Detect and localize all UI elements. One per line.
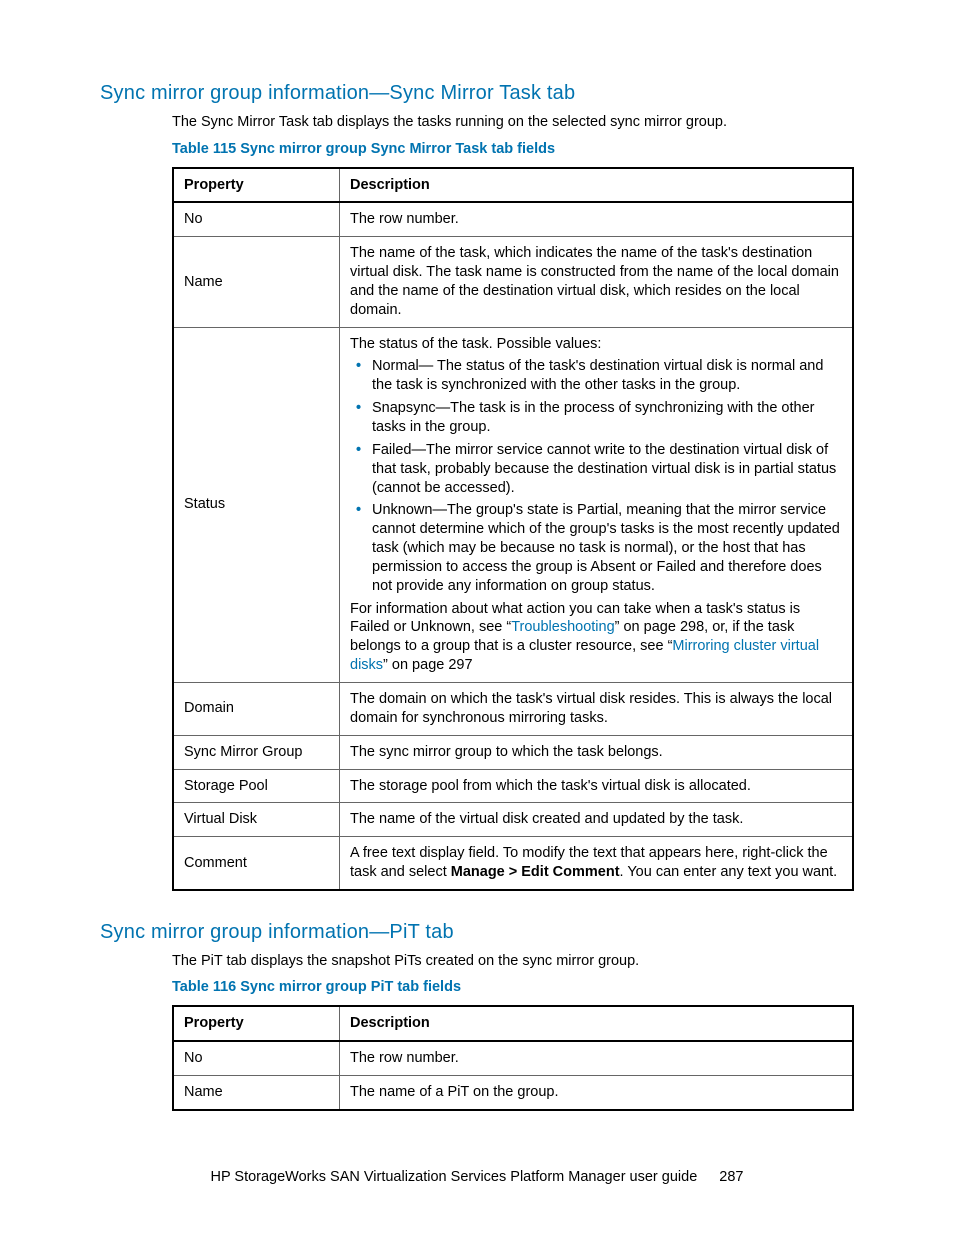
prop-no: No — [173, 1041, 340, 1075]
desc-no: The row number. — [340, 202, 854, 236]
status-footer-text: ” on page 297 — [383, 657, 473, 673]
list-item: Snapsync—The task is in the process of s… — [350, 399, 842, 437]
list-item: Failed—The mirror service cannot write t… — [350, 441, 842, 498]
table-116-caption: Table 116 Sync mirror group PiT tab fiel… — [172, 979, 854, 995]
prop-status: Status — [173, 327, 340, 682]
prop-storage-pool: Storage Pool — [173, 769, 340, 803]
table-header-row: Property Description — [173, 168, 853, 203]
list-item: Unknown—The group's state is Partial, me… — [350, 501, 842, 595]
prop-name: Name — [173, 237, 340, 327]
link-troubleshooting[interactable]: Troubleshooting — [511, 619, 614, 635]
status-intro: The status of the task. Possible values: — [350, 336, 601, 352]
prop-domain: Domain — [173, 682, 340, 735]
section-description: The PiT tab displays the snapshot PiTs c… — [172, 952, 854, 972]
col-description: Description — [340, 1006, 854, 1041]
prop-comment: Comment — [173, 837, 340, 890]
table-row: Virtual Disk The name of the virtual dis… — [173, 803, 853, 837]
desc-no: The row number. — [340, 1041, 854, 1075]
table-header-row: Property Description — [173, 1006, 853, 1041]
col-property: Property — [173, 1006, 340, 1041]
section-description: The Sync Mirror Task tab displays the ta… — [172, 113, 854, 133]
col-property: Property — [173, 168, 340, 203]
desc-domain: The domain on which the task's virtual d… — [340, 682, 854, 735]
table-row: Name The name of a PiT on the group. — [173, 1076, 853, 1110]
status-values-list: Normal— The status of the task's destina… — [350, 357, 842, 595]
page-footer: HP StorageWorks SAN Virtualization Servi… — [0, 1169, 954, 1185]
col-description: Description — [340, 168, 854, 203]
table-row: Name The name of the task, which indicat… — [173, 237, 853, 327]
desc-status: The status of the task. Possible values:… — [340, 327, 854, 682]
table-row: No The row number. — [173, 1041, 853, 1075]
table-row: Domain The domain on which the task's vi… — [173, 682, 853, 735]
section-heading-sync-mirror-task: Sync mirror group information—Sync Mirro… — [100, 82, 854, 105]
footer-title: HP StorageWorks SAN Virtualization Servi… — [210, 1169, 697, 1185]
prop-sync-mirror-group: Sync Mirror Group — [173, 735, 340, 769]
table-115: Property Description No The row number. … — [172, 167, 854, 891]
table-115-caption: Table 115 Sync mirror group Sync Mirror … — [172, 141, 854, 157]
desc-storage-pool: The storage pool from which the task's v… — [340, 769, 854, 803]
table-row: Comment A free text display field. To mo… — [173, 837, 853, 890]
table-row: Storage Pool The storage pool from which… — [173, 769, 853, 803]
desc-sync-mirror-group: The sync mirror group to which the task … — [340, 735, 854, 769]
desc-name: The name of a PiT on the group. — [340, 1076, 854, 1110]
table-row: No The row number. — [173, 202, 853, 236]
comment-text: . You can enter any text you want. — [620, 864, 838, 880]
desc-name: The name of the task, which indicates th… — [340, 237, 854, 327]
desc-comment: A free text display field. To modify the… — [340, 837, 854, 890]
page: Sync mirror group information—Sync Mirro… — [0, 0, 954, 1235]
table-116: Property Description No The row number. … — [172, 1005, 854, 1111]
prop-no: No — [173, 202, 340, 236]
desc-virtual-disk: The name of the virtual disk created and… — [340, 803, 854, 837]
prop-name: Name — [173, 1076, 340, 1110]
table-row: Sync Mirror Group The sync mirror group … — [173, 735, 853, 769]
table-row: Status The status of the task. Possible … — [173, 327, 853, 682]
prop-virtual-disk: Virtual Disk — [173, 803, 340, 837]
section-heading-pit-tab: Sync mirror group information—PiT tab — [100, 921, 854, 944]
comment-menu-path: Manage > Edit Comment — [451, 864, 620, 880]
list-item: Normal— The status of the task's destina… — [350, 357, 842, 395]
page-number: 287 — [719, 1169, 743, 1185]
